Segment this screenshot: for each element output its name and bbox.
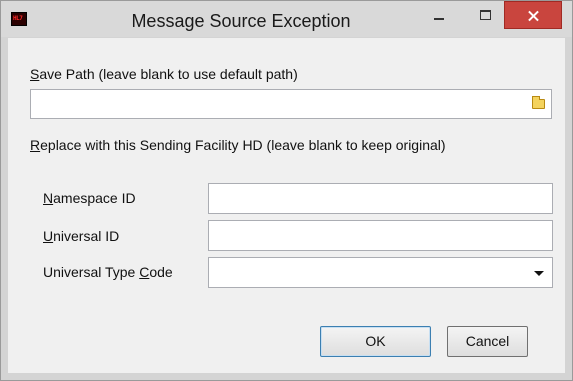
namespace-id-field[interactable] <box>208 183 553 214</box>
replace-section-label: Replace with this Sending Facility HD (l… <box>30 137 446 153</box>
namespace-id-label: Namespace ID <box>43 190 136 206</box>
ok-button[interactable]: OK <box>320 326 431 357</box>
universal-type-code-label: Universal Type Code <box>43 264 173 280</box>
chevron-down-icon[interactable] <box>534 271 544 276</box>
save-path-label: Save Path (leave blank to use default pa… <box>30 66 298 82</box>
cancel-button[interactable]: Cancel <box>447 326 528 357</box>
minimize-icon[interactable] <box>425 1 453 29</box>
save-path-input[interactable] <box>30 89 552 119</box>
close-icon[interactable] <box>504 1 562 29</box>
maximize-icon[interactable] <box>471 1 499 29</box>
universal-id-field[interactable] <box>208 220 553 251</box>
dialog-window: HL7 Message Source Exception Save Path (… <box>0 0 573 381</box>
window-title: Message Source Exception <box>131 11 351 31</box>
universal-id-label: Universal ID <box>43 228 120 244</box>
title-bar[interactable]: HL7 Message Source Exception <box>1 1 572 37</box>
dialog-body: Save Path (leave blank to use default pa… <box>8 38 565 373</box>
folder-icon[interactable] <box>532 96 545 109</box>
universal-type-code-select[interactable] <box>208 257 553 288</box>
